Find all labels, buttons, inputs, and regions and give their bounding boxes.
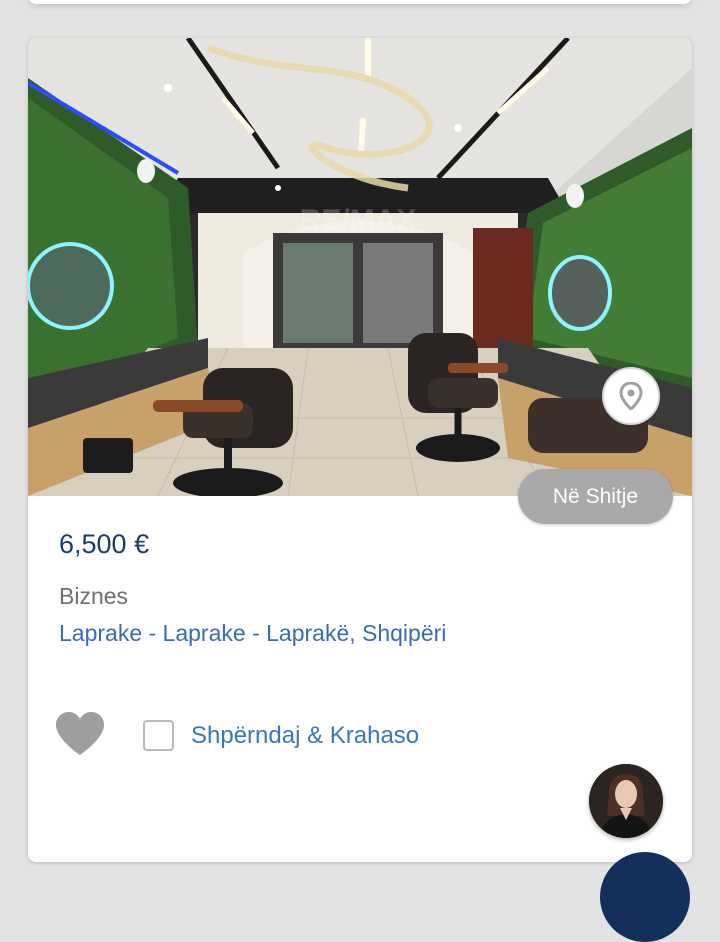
property-type: Biznes bbox=[59, 583, 129, 609]
watermark-logo: RE/MAX bbox=[300, 204, 417, 237]
floating-action-button[interactable] bbox=[600, 852, 690, 942]
map-location-button[interactable] bbox=[602, 367, 660, 425]
listing-price: 6,500 € bbox=[59, 529, 150, 559]
agent-avatar[interactable] bbox=[589, 764, 663, 838]
previous-listing-card-edge bbox=[28, 0, 692, 4]
map-pin-icon bbox=[619, 382, 643, 410]
heart-icon[interactable] bbox=[54, 711, 106, 757]
listing-photo[interactable]: RE/MAX bbox=[28, 38, 692, 496]
status-badge: Në Shitje bbox=[518, 469, 673, 524]
share-compare-label[interactable]: Shpërndaj & Krahaso bbox=[191, 722, 419, 750]
listing-card[interactable]: RE/MAX Në Shitje 6,500 € Biznes Laprake … bbox=[28, 38, 692, 862]
listing-location[interactable]: Laprake - Laprake - Laprakë, Shqipëri bbox=[59, 620, 446, 647]
compare-checkbox[interactable] bbox=[143, 720, 174, 751]
